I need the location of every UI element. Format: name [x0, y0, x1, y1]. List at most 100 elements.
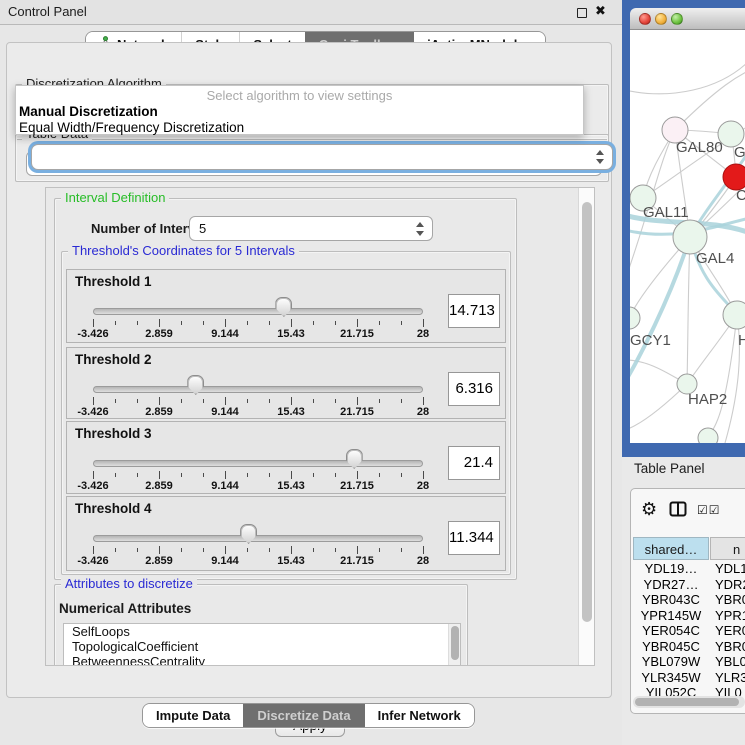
table-scrollbar-thumb[interactable]	[635, 698, 739, 706]
threshold-value-field[interactable]: 6.316	[448, 372, 500, 406]
slider-tick	[225, 397, 226, 405]
bottom-tab-infer-network[interactable]: Infer Network	[364, 704, 474, 727]
network-node-label: C	[736, 187, 745, 204]
slider-tick	[313, 548, 314, 552]
slider-tick	[291, 397, 292, 405]
slider-tick	[225, 546, 226, 554]
threshold-value-field[interactable]: 14.713	[448, 294, 500, 328]
table-cell[interactable]: YBR0	[715, 639, 745, 655]
algorithm-combo[interactable]	[31, 144, 613, 170]
settings-scrollbar-thumb[interactable]	[582, 202, 592, 622]
slider-tick	[247, 548, 248, 552]
slider-tick	[137, 399, 138, 403]
zoom-traffic-light[interactable]	[671, 13, 683, 25]
slider-tick-label: -3.426	[77, 328, 108, 340]
slider-tick-label: 21.715	[340, 480, 374, 492]
bottom-tab-discretize-data[interactable]: Discretize Data	[243, 704, 363, 727]
interval-definition-group: Interval Definition Number of Intervals …	[54, 198, 517, 580]
split-columns-icon[interactable]	[669, 501, 687, 517]
slider-tick	[159, 471, 160, 479]
column-header-shared-name[interactable]: shared…	[633, 537, 709, 560]
network-edge	[630, 60, 745, 94]
attribute-list-item[interactable]: TopologicalCoefficient	[64, 639, 460, 654]
close-traffic-light[interactable]	[639, 13, 651, 25]
bottom-tab-label: Discretize Data	[257, 708, 350, 723]
table-cell[interactable]: YBR045C	[633, 639, 709, 655]
slider-tick	[379, 473, 380, 477]
network-node[interactable]	[698, 428, 718, 443]
slider-tick	[401, 548, 402, 552]
table-cell[interactable]: YDL19…	[633, 561, 709, 577]
table-cell[interactable]: YBL0	[715, 654, 745, 670]
table-cell[interactable]: YLR3	[715, 670, 745, 686]
bottom-tab-label: Infer Network	[378, 708, 461, 723]
slider-tick	[291, 471, 292, 479]
slider-track[interactable]	[93, 386, 423, 393]
slider-tick-label: 2.859	[145, 480, 173, 492]
attribute-list-item[interactable]: SelfLoops	[64, 624, 460, 639]
thresholds-group-title: Threshold's Coordinates for 5 Intervals	[68, 243, 299, 258]
settings-vertical-scrollbar[interactable]	[578, 188, 594, 666]
minimize-traffic-light[interactable]	[655, 13, 667, 25]
slider-tick-label: 9.144	[211, 328, 239, 340]
slider-tick	[269, 399, 270, 403]
threshold-label: Threshold 2	[75, 352, 152, 367]
table-cell[interactable]: YPR145W	[633, 608, 709, 624]
network-canvas[interactable]: GAL80G.CGAL11GAL4GCY1HHAP2	[630, 30, 745, 443]
slider-tick	[93, 471, 94, 479]
network-node[interactable]	[673, 220, 707, 254]
network-node-label: GAL11	[643, 204, 689, 221]
table-cell[interactable]: YDR2	[715, 577, 745, 593]
threshold-label: Threshold 4	[75, 501, 152, 516]
slider-tick	[247, 473, 248, 477]
network-edge	[708, 315, 737, 438]
slider-tick-label: 28	[417, 328, 429, 340]
bottom-tab-impute-data[interactable]: Impute Data	[143, 704, 243, 727]
slider-tick	[203, 321, 204, 325]
algorithm-option[interactable]: Manual Discretization	[19, 104, 158, 119]
table-cell[interactable]: YBR043C	[633, 592, 709, 608]
network-node[interactable]	[630, 307, 640, 329]
slider-tick	[159, 397, 160, 405]
interval-definition-title: Interval Definition	[61, 190, 169, 205]
network-node-label: H	[738, 332, 745, 349]
num-intervals-combo[interactable]: 5	[189, 216, 433, 241]
attributes-scrollbar-thumb[interactable]	[451, 626, 459, 660]
network-edge	[630, 384, 687, 430]
slider-tick	[357, 397, 358, 405]
algorithm-option[interactable]: Equal Width/Frequency Discretization	[19, 120, 244, 135]
threshold-value-field[interactable]: 11.344	[448, 521, 500, 555]
threshold-value-field[interactable]: 21.4	[448, 446, 500, 480]
column-header-name[interactable]: n	[710, 537, 745, 560]
network-graph: GAL80G.CGAL11GAL4GCY1HHAP2	[630, 30, 745, 443]
table-cell[interactable]: YPR1	[715, 608, 745, 624]
combo-stepper-icon	[416, 222, 425, 236]
slider-tick-label: 2.859	[145, 328, 173, 340]
close-icon[interactable]: ✖	[595, 3, 606, 19]
slider-tick	[115, 548, 116, 552]
threshold-row: Threshold 4-3.4262.8599.14415.4321.71528…	[66, 496, 506, 571]
network-window-titlebar[interactable]	[630, 8, 745, 30]
gear-icon[interactable]: ⚙	[641, 499, 657, 520]
float-window-icon[interactable]	[577, 8, 587, 18]
slider-track[interactable]	[93, 460, 423, 467]
table-cell[interactable]: YBR0	[715, 592, 745, 608]
table-panel: ⚙ ☑☑ shared…nYDL19… YDL1 YDR27… YDR2 YBR043C…	[630, 488, 745, 714]
numerical-attributes-list[interactable]: SelfLoopsTopologicalCoefficientBetweenne…	[63, 623, 461, 666]
table-cell[interactable]: YLR345W	[633, 670, 709, 686]
checkboxes-icon[interactable]: ☑☑	[697, 503, 721, 517]
table-cell[interactable]: YDR27…	[633, 577, 709, 593]
table-cell[interactable]: YER0	[715, 623, 745, 639]
slider-tick	[291, 319, 292, 327]
table-cell[interactable]: YBL079W	[633, 654, 709, 670]
slider-tick-label: 28	[417, 480, 429, 492]
table-cell[interactable]: YER054C	[633, 623, 709, 639]
slider-track[interactable]	[93, 308, 423, 315]
slider-track[interactable]	[93, 535, 423, 542]
attribute-list-item[interactable]: BetweennessCentrality	[64, 654, 460, 666]
table-horizontal-scrollbar[interactable]	[633, 696, 745, 708]
network-node[interactable]	[723, 301, 745, 329]
attributes-scrollbar[interactable]	[448, 624, 460, 666]
table-cell[interactable]: YDL1	[715, 561, 745, 577]
slider-tick	[181, 399, 182, 403]
